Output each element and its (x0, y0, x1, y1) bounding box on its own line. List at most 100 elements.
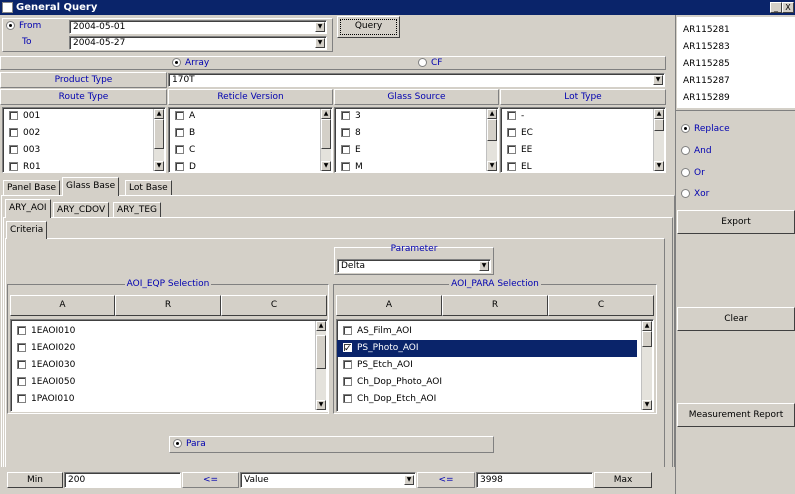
list-item[interactable]: 003 (3, 142, 165, 159)
divider (676, 110, 795, 111)
lot-type-header: Lot Type (500, 89, 666, 105)
chevron-down-icon[interactable]: ▼ (653, 75, 663, 85)
product-type-label: Product Type (0, 72, 167, 88)
tab-ary-cdov[interactable]: ARY_CDOV (53, 202, 110, 218)
route-type-header: Route Type (0, 89, 167, 105)
list-item[interactable]: B (169, 125, 332, 142)
list-item[interactable]: 1EAOI030 (11, 357, 327, 374)
scrollbar[interactable]: ▲ ▼ (641, 321, 652, 410)
product-type-select[interactable]: 170T ▼ (168, 73, 665, 87)
list-item[interactable]: R01 (3, 159, 165, 172)
min-button[interactable]: Min (7, 472, 63, 488)
and-radio[interactable]: And (681, 146, 712, 156)
value-select[interactable]: Value ▼ (240, 472, 416, 488)
parameter-select[interactable]: Delta ▼ (337, 259, 491, 273)
scrollbar[interactable]: ▲ ▼ (320, 109, 331, 171)
list-item[interactable]: 1EAOI020 (11, 340, 327, 357)
list-item[interactable]: 1EAOI010 (11, 323, 327, 340)
list-item[interactable]: Ch_Dop_Photo_AOI (337, 374, 653, 391)
para-select-a-button[interactable]: A (336, 295, 442, 316)
list-item[interactable]: EC (501, 125, 665, 142)
clear-button[interactable]: Clear (677, 307, 795, 331)
minimize-button[interactable]: _ (770, 2, 782, 13)
list-item[interactable]: - (501, 108, 665, 125)
array-radio[interactable]: Array (172, 57, 209, 69)
or-radio[interactable]: Or (681, 168, 705, 178)
min-value-field[interactable]: 200 (64, 472, 181, 488)
divider (675, 15, 676, 494)
tab-ary-teg[interactable]: ARY_TEG (113, 202, 161, 218)
list-item[interactable]: C (169, 142, 332, 159)
eqp-select-r-button[interactable]: R (115, 295, 221, 316)
to-label: To (22, 37, 32, 47)
mode-bar (0, 56, 666, 70)
max-operator: <= (417, 472, 475, 488)
list-item[interactable]: EE (501, 142, 665, 159)
replace-radio[interactable]: Replace (681, 124, 730, 134)
tab-criteria[interactable]: Criteria (6, 221, 48, 239)
chevron-down-icon[interactable]: ▼ (479, 261, 489, 271)
list-item[interactable]: Ch_Dop_Etch_AOI (337, 391, 653, 408)
glass-source-list[interactable]: 3 8 E M ▲ ▼ (334, 107, 499, 173)
query-button[interactable]: Query (337, 16, 400, 38)
from-radio[interactable] (6, 21, 15, 30)
max-value-field[interactable]: 3998 (476, 472, 593, 488)
list-item[interactable]: D (169, 159, 332, 172)
results-list[interactable]: AR115281 AR115283 AR115285 AR115287 AR11… (677, 17, 795, 108)
eqp-select-a-button[interactable]: A (10, 295, 115, 316)
list-item[interactable]: 002 (3, 125, 165, 142)
tab-panel-base[interactable]: Panel Base (3, 180, 61, 196)
para-radio[interactable]: Para (173, 439, 206, 449)
max-button[interactable]: Max (594, 472, 652, 488)
measurement-report-button[interactable]: Measurement Report (677, 403, 795, 427)
list-item-selected[interactable]: PS_Photo_AOI (337, 340, 637, 358)
from-label[interactable]: From (6, 21, 41, 31)
list-item[interactable]: PS_Etch_AOI (337, 357, 653, 374)
tab-lot-base[interactable]: Lot Base (125, 180, 172, 196)
scrollbar[interactable]: ▲ ▼ (486, 109, 497, 171)
tab-glass-base[interactable]: Glass Base (62, 177, 120, 196)
para-list[interactable]: AS_Film_AOI PS_Photo_AOI PS_Etch_AOI Ch_… (336, 319, 654, 412)
glass-source-header: Glass Source (334, 89, 499, 105)
eqp-select-c-button[interactable]: C (221, 295, 327, 316)
close-button[interactable]: X (782, 2, 794, 13)
lot-type-list[interactable]: - EC EE EL ▲ ▼ (500, 107, 666, 173)
list-item[interactable]: 001 (3, 108, 165, 125)
reticle-version-header: Reticle Version (168, 89, 333, 105)
para-select-r-button[interactable]: R (442, 295, 548, 316)
scrollbar[interactable]: ▲ ▼ (653, 109, 664, 171)
list-item[interactable]: 1PAOI010 (11, 391, 327, 408)
list-item[interactable]: AR115281 (677, 22, 795, 39)
list-item[interactable]: E (335, 142, 498, 159)
list-item[interactable]: AR115287 (677, 73, 795, 90)
list-item[interactable]: M (335, 159, 498, 172)
para-selection-title: AOI_PARA Selection (449, 279, 541, 289)
chevron-down-icon[interactable]: ▼ (315, 22, 325, 32)
chevron-down-icon[interactable]: ▼ (404, 475, 414, 485)
tab-ary-aoi[interactable]: ARY_AOI (5, 199, 51, 218)
chevron-down-icon[interactable]: ▼ (315, 38, 325, 48)
list-item[interactable]: A (169, 108, 332, 125)
list-item[interactable]: 3 (335, 108, 498, 125)
export-button[interactable]: Export (677, 210, 795, 234)
list-item[interactable]: AR115283 (677, 39, 795, 56)
min-operator: <= (182, 472, 239, 488)
list-item[interactable]: EL (501, 159, 665, 172)
xor-radio[interactable]: Xor (681, 189, 709, 199)
list-item[interactable]: AS_Film_AOI (337, 323, 653, 340)
route-type-list[interactable]: 001 002 003 R01 ▲ ▼ (2, 107, 166, 173)
list-item[interactable]: AR115289 (677, 90, 795, 107)
parameter-label: Parameter (390, 244, 438, 254)
list-item[interactable]: 1EAOI050 (11, 374, 327, 391)
eqp-selection-title: AOI_EQP Selection (124, 279, 212, 289)
scrollbar[interactable]: ▲ ▼ (153, 109, 164, 171)
cf-radio[interactable]: CF (418, 57, 442, 69)
to-date-field[interactable]: 2004-05-27 ▼ (69, 36, 327, 50)
from-date-field[interactable]: 2004-05-01 ▼ (69, 20, 327, 34)
list-item[interactable]: AR115285 (677, 56, 795, 73)
scrollbar[interactable]: ▲ ▼ (315, 321, 326, 410)
eqp-list[interactable]: 1EAOI010 1EAOI020 1EAOI030 1EAOI050 1PAO… (10, 319, 328, 412)
reticle-version-list[interactable]: A B C D ▲ ▼ (168, 107, 333, 173)
list-item[interactable]: 8 (335, 125, 498, 142)
para-select-c-button[interactable]: C (548, 295, 654, 316)
